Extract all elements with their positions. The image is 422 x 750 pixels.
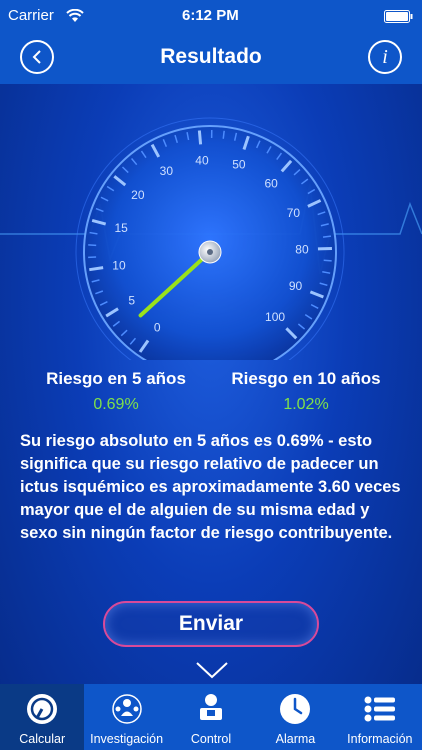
doctor-icon — [200, 694, 223, 720]
page-title: Resultado — [160, 45, 262, 68]
clock-time: 6:12 PM — [182, 7, 239, 24]
tab-bar: Calcular Investigación Control Alarma In… — [0, 684, 422, 750]
research-icon — [111, 694, 142, 724]
send-button[interactable]: Enviar — [103, 601, 319, 647]
tab-label: Alarma — [275, 732, 316, 746]
tab-control[interactable]: Control — [169, 684, 253, 750]
risk-gauge: 0 5 10 15 20 30 40 50 60 70 80 90 100 — [0, 117, 422, 360]
gauge-tick-label: 15 — [114, 221, 128, 235]
tab-label: Información — [347, 732, 413, 746]
carrier-label: Carrier — [8, 7, 54, 24]
gauge-tick-label: 0 — [154, 320, 161, 334]
battery-icon — [384, 10, 413, 23]
gauge-tick-label: 40 — [195, 153, 209, 167]
risk-10-label: Riesgo en 10 años — [231, 369, 381, 388]
risk-description: Su riesgo absoluto en 5 años es 0.69% - … — [20, 432, 401, 542]
gauge-tick-label: 5 — [128, 293, 135, 307]
gauge-tick — [222, 130, 225, 139]
risk-5-value: 0.69% — [93, 396, 139, 413]
gauge-tick-label: 30 — [160, 164, 174, 178]
tab-informacion[interactable]: Información — [338, 684, 422, 750]
gauge-tick-label: 50 — [232, 158, 246, 172]
list-icon — [364, 696, 395, 722]
clock-icon — [280, 694, 311, 724]
gauge-tick-label: 80 — [295, 242, 309, 256]
chevron-down-icon[interactable] — [195, 660, 229, 680]
info-icon: i — [382, 45, 388, 68]
info-button[interactable]: i — [368, 40, 402, 74]
gauge-tick-label: 20 — [131, 188, 145, 202]
tab-label: Calcular — [19, 732, 66, 746]
gauge-tick — [322, 235, 332, 238]
tab-investigacion[interactable]: Investigación — [84, 684, 168, 750]
gauge-tick-label: 10 — [112, 258, 126, 272]
gauge-tick — [197, 130, 203, 145]
gauge-tick-label: 60 — [264, 176, 278, 190]
nav-bar: Resultado i — [0, 32, 422, 84]
gauge-tick — [323, 259, 332, 262]
gauge-tick-label: 70 — [287, 206, 301, 220]
gauge-tick-label: 100 — [265, 310, 285, 324]
tab-label: Control — [190, 732, 232, 746]
gauge-tick-label: 90 — [289, 279, 303, 293]
tab-label: Investigación — [90, 732, 164, 746]
risk-10-value: 1.02% — [283, 396, 329, 413]
status-bar: Carrier 6:12 PM — [0, 0, 422, 32]
gauge-icon — [27, 694, 58, 724]
tab-calcular[interactable]: Calcular — [0, 684, 85, 750]
tab-alarma[interactable]: Alarma — [253, 684, 337, 750]
wifi-icon — [66, 9, 84, 22]
risk-5-label: Riesgo en 5 años — [46, 369, 186, 388]
gauge-tick — [89, 266, 104, 272]
